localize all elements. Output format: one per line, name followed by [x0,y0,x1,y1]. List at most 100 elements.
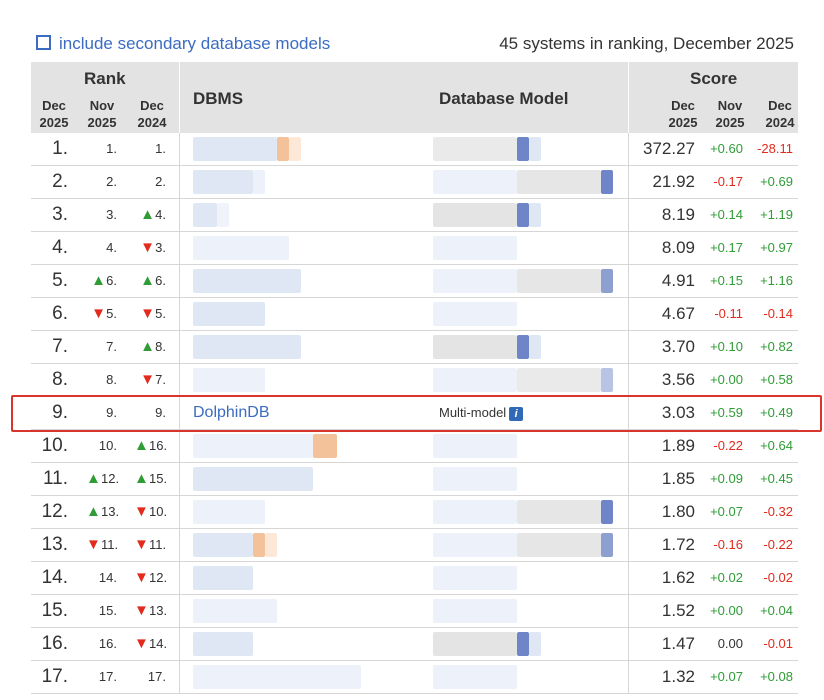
redacted-text-block [517,335,529,359]
redacted-text-block [193,632,253,656]
rank-value: 4. [106,240,117,255]
arrow-down-icon: ▼ [140,305,156,322]
table-row[interactable]: 4. 4. ▼3. 8.09 +0.17 +0.97 [31,232,798,265]
arrow-down-icon: ▼ [91,305,107,322]
redacted-text-block [193,335,301,359]
rank-nov-2025: ▲12. [86,463,120,495]
score-dec-2025: 1.62 [661,568,695,587]
arrow-down-icon: ▼ [134,602,149,619]
dolphindb-highlight-box [11,395,822,432]
dbms-header[interactable]: DBMS [193,89,243,109]
score-change-nov: 0.00 [717,636,743,651]
redacted-text-block [433,335,517,359]
rank-dec-2024: ▼13. [134,595,167,627]
table-row[interactable]: 8. 8. ▼7. 3.56 +0.00 +0.58 [31,364,798,397]
column-divider [179,133,180,166]
score-change-nov: +0.07 [710,504,743,519]
score-change-nov: +0.07 [710,669,743,684]
redacted-text-block [433,170,517,194]
table-row[interactable]: 6. ▼5. ▼5. 4.67 -0.11 -0.14 [31,298,798,331]
rank-value: 2. [106,174,117,189]
systems-count: 45 systems in ranking, December 2025 [499,34,794,53]
score-dec-2025: 1.72 [661,535,695,554]
score-change-dec-2024: +0.64 [760,438,793,453]
table-row[interactable]: 12. ▲13. ▼10. 1.80 +0.07 -0.32 [31,496,798,529]
score-change-dec-2024: +0.45 [760,471,793,486]
table-row[interactable]: 3. 3. ▲4. 8.19 +0.14 +1.19 [31,199,798,232]
redacted-text-block [193,236,289,260]
score-change-nov: -0.11 [714,306,743,321]
score-change-dec-2024: -28.11 [757,141,793,156]
table-row[interactable]: 5. ▲6. ▲6. 4.91 +0.15 +1.16 [31,265,798,298]
score-change-dec-2024: +0.82 [760,339,793,354]
rank-value: 15. [149,471,168,486]
table-row[interactable]: 11. ▲12. ▲15. 1.85 +0.09 +0.45 [31,463,798,496]
secondary-models-checkbox[interactable] [36,35,51,50]
rank-value: 11. [101,537,119,552]
rank-current: 14. [41,567,68,588]
rank-current: 4. [52,237,68,258]
header-divider [179,62,180,133]
rank-dec-2024: ▼5. [134,298,166,330]
score-dec-2025: 8.19 [661,205,695,224]
redacted-text-block [433,203,517,227]
score-change-dec-2024: -0.32 [763,504,793,519]
redacted-text-block [433,368,517,392]
redacted-text-block [601,269,613,293]
score-col-dec2025: Dec 2025 [668,98,698,130]
score-dec-2025: 4.91 [661,271,695,290]
score-col-nov2025: Nov 2025 [715,98,745,130]
rank-value: 6. [106,273,117,288]
redacted-text-block [289,137,301,161]
redacted-text-block [433,566,517,590]
table-row[interactable]: 1. 1. 1. 372.27 +0.60 -28.11 [31,133,798,166]
redacted-text-block [433,236,517,260]
score-change-nov: +0.00 [710,372,743,387]
rank-current: 16. [41,633,68,654]
table-row[interactable]: 2. 2. 2. 21.92 -0.17 +0.69 [31,166,798,199]
redacted-text-block [193,599,277,623]
rank-dec-2024: ▼7. [134,364,166,396]
arrow-up-icon: ▲ [91,272,107,289]
score-change-dec-2024: -0.02 [763,570,793,585]
column-divider [179,496,180,529]
score-change-nov: +0.02 [710,570,743,585]
arrow-up-icon: ▲ [134,437,149,454]
table-row[interactable]: 10. 10. ▲16. 1.89 -0.22 +0.64 [31,430,798,463]
column-divider [179,529,180,562]
redacted-text-block [517,533,601,557]
table-row[interactable]: 14. 14. ▼12. 1.62 +0.02 -0.02 [31,562,798,595]
rank-current: 10. [41,435,68,456]
score-dec-2025: 372.27 [643,139,695,158]
rank-value: 12. [101,471,120,486]
rank-nov-2025: ▼5. [86,298,117,330]
rank-col-nov2025: Nov 2025 [87,98,117,130]
redacted-text-block [517,137,529,161]
column-divider [179,331,180,364]
rank-value: 2. [155,174,166,189]
table-row[interactable]: 15. 15. ▼13. 1.52 +0.00 +0.04 [31,595,798,628]
redacted-text-block [529,632,541,656]
rank-value: 16. [98,636,117,651]
table-row[interactable]: 13. ▼11. ▼11. 1.72 -0.16 -0.22 [31,529,798,562]
table-row[interactable]: 17. 17. 17. 1.32 +0.07 +0.08 [31,661,798,694]
score-dec-2025: 1.85 [661,469,695,488]
redacted-text-block [601,500,613,524]
redacted-text-block [433,302,517,326]
table-row[interactable]: 7. 7. ▲8. 3.70 +0.10 +0.82 [31,331,798,364]
rank-nov-2025: 17. [86,661,117,693]
column-divider [179,595,180,628]
model-header[interactable]: Database Model [439,89,568,109]
rank-dec-2024: ▼14. [134,628,168,660]
rank-current: 15. [41,600,68,621]
score-change-nov: -0.17 [713,174,743,189]
rank-dec-2024: ▲15. [134,463,168,495]
secondary-models-label[interactable]: include secondary database models [59,34,330,54]
arrow-down-icon: ▼ [86,536,101,553]
rank-value: 16. [149,438,168,453]
rank-value: 14. [149,636,168,651]
rank-dec-2024: ▲16. [134,430,168,462]
rank-header: Rank [84,69,126,88]
table-row[interactable]: 16. 16. ▼14. 1.47 0.00 -0.01 [31,628,798,661]
rank-col-dec2025: Dec 2025 [39,98,69,130]
